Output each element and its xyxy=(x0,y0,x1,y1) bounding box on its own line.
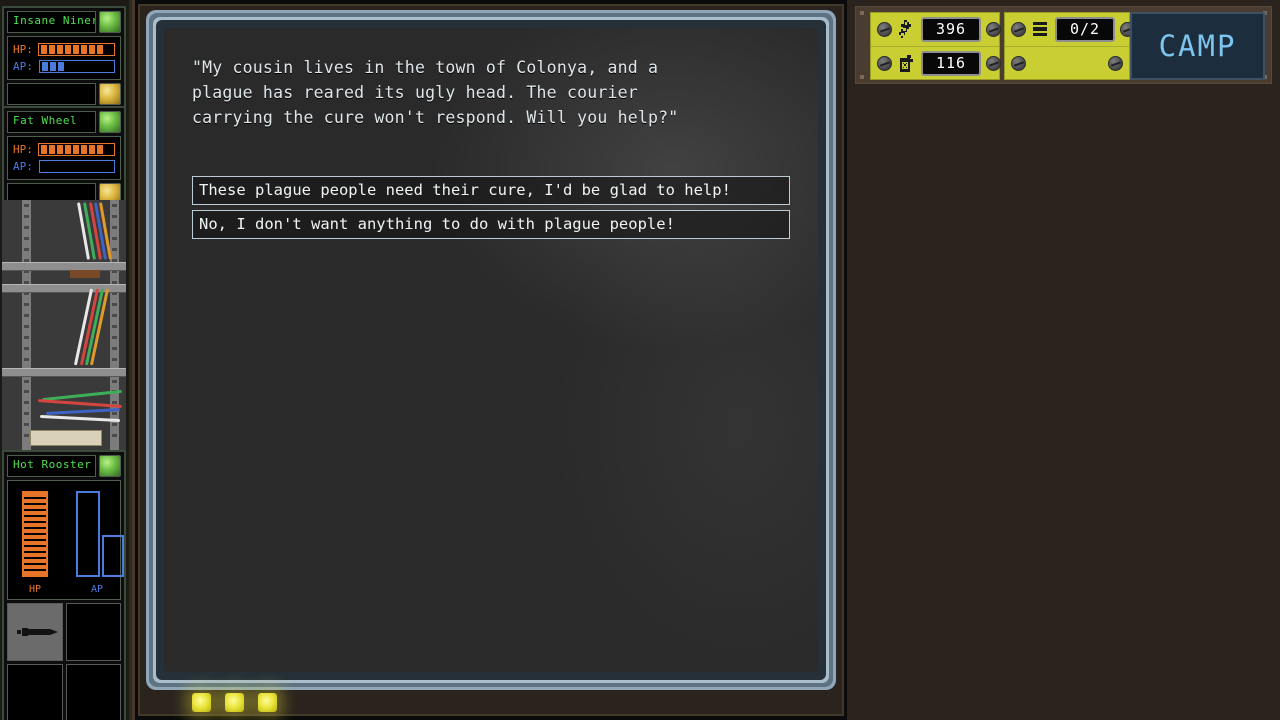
dialog-indicator-lights xyxy=(192,693,277,712)
resource-group-right: 0/2 xyxy=(1004,12,1135,80)
green-orb-icon[interactable] xyxy=(99,11,121,33)
screw-icon xyxy=(877,22,892,37)
party-member-equip-empty-1[interactable] xyxy=(7,83,96,105)
yellow-lamp-icon xyxy=(258,693,277,712)
bunk-beds-icon xyxy=(1033,22,1047,36)
hp-vertical-bar xyxy=(22,491,48,577)
party-sidebar: Insane Niner HP: AP: Fat Wheel HP: AP: H… xyxy=(0,0,135,720)
dialog-screen: "My cousin lives in the town of Colonya,… xyxy=(164,28,818,672)
screw-icon xyxy=(1108,55,1123,71)
ap-stat-row-2: AP: xyxy=(13,158,115,175)
inventory-slot-4[interactable] xyxy=(65,663,121,720)
meat-bone-icon xyxy=(899,20,911,38)
yellow-lamp-icon xyxy=(225,693,244,712)
dialog-npc-text: "My cousin lives in the town of Colonya,… xyxy=(192,58,679,127)
weapon-icon xyxy=(17,628,58,636)
green-orb-icon[interactable] xyxy=(99,111,121,133)
party-member-name-1: Insane Niner xyxy=(7,11,96,33)
hp-stat-row-1: HP: xyxy=(13,41,115,58)
inventory-slot-3[interactable] xyxy=(7,663,63,720)
resource-crew-row[interactable]: 0/2 xyxy=(1005,13,1135,46)
dialog-panel: "My cousin lives in the town of Colonya,… xyxy=(138,4,844,716)
resource-fuel-value: 116 xyxy=(921,50,981,76)
party-member-name-2: Fat Wheel xyxy=(7,111,96,133)
ap-graph-label: AP xyxy=(90,584,104,595)
resource-empty-value xyxy=(1060,51,1074,76)
party-member-name-row-2: Fat Wheel xyxy=(7,111,121,133)
party-member-stats-2: HP: AP: xyxy=(7,136,121,180)
jerrycan-icon xyxy=(900,54,913,72)
party-member-name-row-1: Insane Niner xyxy=(7,11,121,33)
screw-icon xyxy=(1011,55,1026,71)
party-sidebar-inner: Insane Niner HP: AP: Fat Wheel HP: AP: H… xyxy=(0,0,129,720)
dialog-choice-2[interactable]: No, I don't want anything to do with pla… xyxy=(192,210,790,239)
dialog-choice-1[interactable]: These plague people need their cure, I'd… xyxy=(192,176,790,205)
resource-empty-row[interactable] xyxy=(1005,46,1129,79)
screw-icon xyxy=(986,22,1001,37)
yellow-lamp-icon xyxy=(192,693,211,712)
ap-label-2: AP: xyxy=(13,160,33,173)
resource-group-left: 396 116 xyxy=(870,12,1001,80)
inventory-slot-2[interactable] xyxy=(65,603,121,661)
screw-icon xyxy=(1011,22,1026,37)
hp-bar-2 xyxy=(37,143,115,156)
inventory-slot-1[interactable] xyxy=(7,603,63,661)
resource-crew-value: 0/2 xyxy=(1055,17,1115,42)
dialog-choices: These plague people need their cure, I'd… xyxy=(192,176,790,244)
party-member-card-1[interactable]: Insane Niner HP: AP: xyxy=(2,6,126,110)
active-character-name-row: Hot Rooster xyxy=(7,455,121,477)
resource-food-row[interactable]: 396 xyxy=(871,13,1001,46)
active-character-stat-graph: HP AP xyxy=(7,480,124,600)
ap-bar-2 xyxy=(39,160,115,173)
active-character-card[interactable]: Hot Rooster HP AP xyxy=(2,450,126,720)
ap-bar-1 xyxy=(39,60,115,73)
cable-decoration-lower xyxy=(2,386,126,448)
camp-button[interactable]: CAMP xyxy=(1130,12,1265,80)
ap-stat-row-1: AP: xyxy=(13,58,115,75)
ap-vertical-bar-1 xyxy=(76,491,100,577)
hp-label-2: HP: xyxy=(13,143,33,156)
party-member-equip-row-1 xyxy=(7,83,121,105)
resource-food-value: 396 xyxy=(921,17,981,42)
party-member-stats-1: HP: AP: xyxy=(7,36,121,80)
ap-vertical-bar-2 xyxy=(102,535,124,577)
active-character-inventory-grid xyxy=(7,603,121,720)
hp-graph-label: HP xyxy=(28,584,42,595)
screw-icon xyxy=(986,55,1001,71)
green-orb-icon[interactable] xyxy=(99,455,121,477)
resource-fuel-row[interactable]: 116 xyxy=(871,46,1001,79)
screw-icon xyxy=(877,55,892,71)
gold-coin-icon[interactable] xyxy=(99,83,121,105)
game-screen: Insane Niner HP: AP: Fat Wheel HP: AP: H… xyxy=(0,0,1280,720)
active-character-name: Hot Rooster xyxy=(7,455,96,477)
hp-label-1: HP: xyxy=(13,43,33,56)
party-member-card-2[interactable]: Fat Wheel HP: AP: xyxy=(2,106,126,210)
ap-label-1: AP: xyxy=(13,60,33,73)
hp-stat-row-2: HP: xyxy=(13,141,115,158)
hp-bar-1 xyxy=(37,43,115,56)
resource-bar: 396 116 0/2 CAMP xyxy=(855,6,1272,84)
right-sidebar: 396 116 0/2 CAMP xyxy=(847,0,1280,720)
